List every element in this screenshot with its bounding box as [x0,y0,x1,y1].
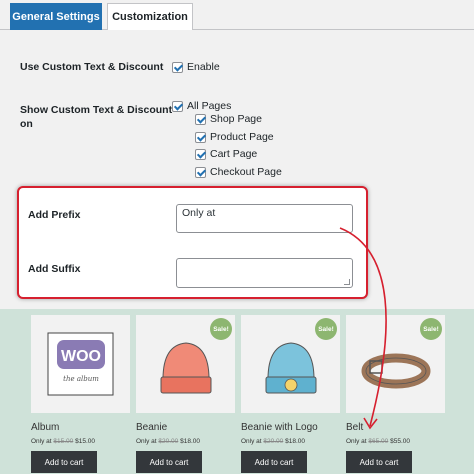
tab-general-settings[interactable]: General Settings [10,3,102,30]
product-name[interactable]: Album [31,422,59,433]
product-name[interactable]: Belt [346,422,363,433]
add-prefix-label: Add Prefix [28,209,81,221]
show-custom-label-line2: on [20,118,33,130]
checkout-page-checkbox[interactable] [195,166,206,178]
product-name[interactable]: Beanie [136,422,167,433]
settings-page: General Settings Customization Use Custo… [0,0,474,474]
shop-page-option: Shop Page [195,113,262,125]
show-custom-label: Show Custom Text & Discount on [20,103,172,131]
sale-badge: Sale! [315,318,337,340]
shop-page-label: Shop Page [210,113,262,125]
prefix-suffix-panel: Add Prefix Add Suffix [17,186,368,299]
album-art-icon: WOO the album [47,332,114,396]
use-custom-label: Use Custom Text & Discount [20,61,164,73]
product-price: Only at $20.00 $18.00 [136,438,200,445]
resize-handle-icon[interactable] [344,279,350,285]
product-page-checkbox[interactable] [195,131,206,143]
product-image[interactable]: WOO the album [31,315,130,413]
product-name[interactable]: Beanie with Logo [241,422,318,433]
product-price: Only at $20.00 $18.00 [241,438,305,445]
show-custom-label-line1: Show Custom Text & Discount [20,104,173,116]
enable-checkbox[interactable] [172,61,183,73]
product-image[interactable]: Sale! [136,315,235,413]
suffix-textarea[interactable] [176,258,353,288]
add-to-cart-button[interactable]: Add to cart [136,451,202,473]
sale-badge: Sale! [210,318,232,340]
all-pages-option: All Pages [172,100,231,112]
shop-preview: WOO the album Album Only at $15.00 $15.0… [0,309,474,474]
cart-page-option: Cart Page [195,148,257,160]
cart-page-label: Cart Page [210,148,258,160]
enable-option: Enable [172,61,220,73]
sale-badge: Sale! [420,318,442,340]
product-image[interactable]: Sale! [241,315,340,413]
tab-bar: General Settings Customization [0,0,474,30]
product-page-option: Product Page [195,131,274,143]
checkout-page-option: Checkout Page [195,166,282,178]
add-suffix-label: Add Suffix [28,263,81,275]
all-pages-checkbox[interactable] [172,100,183,112]
add-to-cart-button[interactable]: Add to cart [241,451,307,473]
add-to-cart-button[interactable]: Add to cart [346,451,412,473]
shop-page-checkbox[interactable] [195,113,206,125]
product-price: Only at $65.00 $55.00 [346,438,410,445]
checkout-page-label: Checkout Page [210,166,282,178]
enable-label: Enable [187,61,220,73]
product-page-label: Product Page [210,131,274,143]
all-pages-label: All Pages [187,100,232,112]
album-logo: WOO [61,348,101,365]
album-caption: the album [63,375,99,383]
tab-customization[interactable]: Customization [107,3,193,30]
product-price: Only at $15.00 $15.00 [31,438,95,445]
prefix-input[interactable] [176,204,353,233]
cart-page-checkbox[interactable] [195,148,206,160]
product-image[interactable]: Sale! [346,315,445,413]
add-to-cart-button[interactable]: Add to cart [31,451,97,473]
